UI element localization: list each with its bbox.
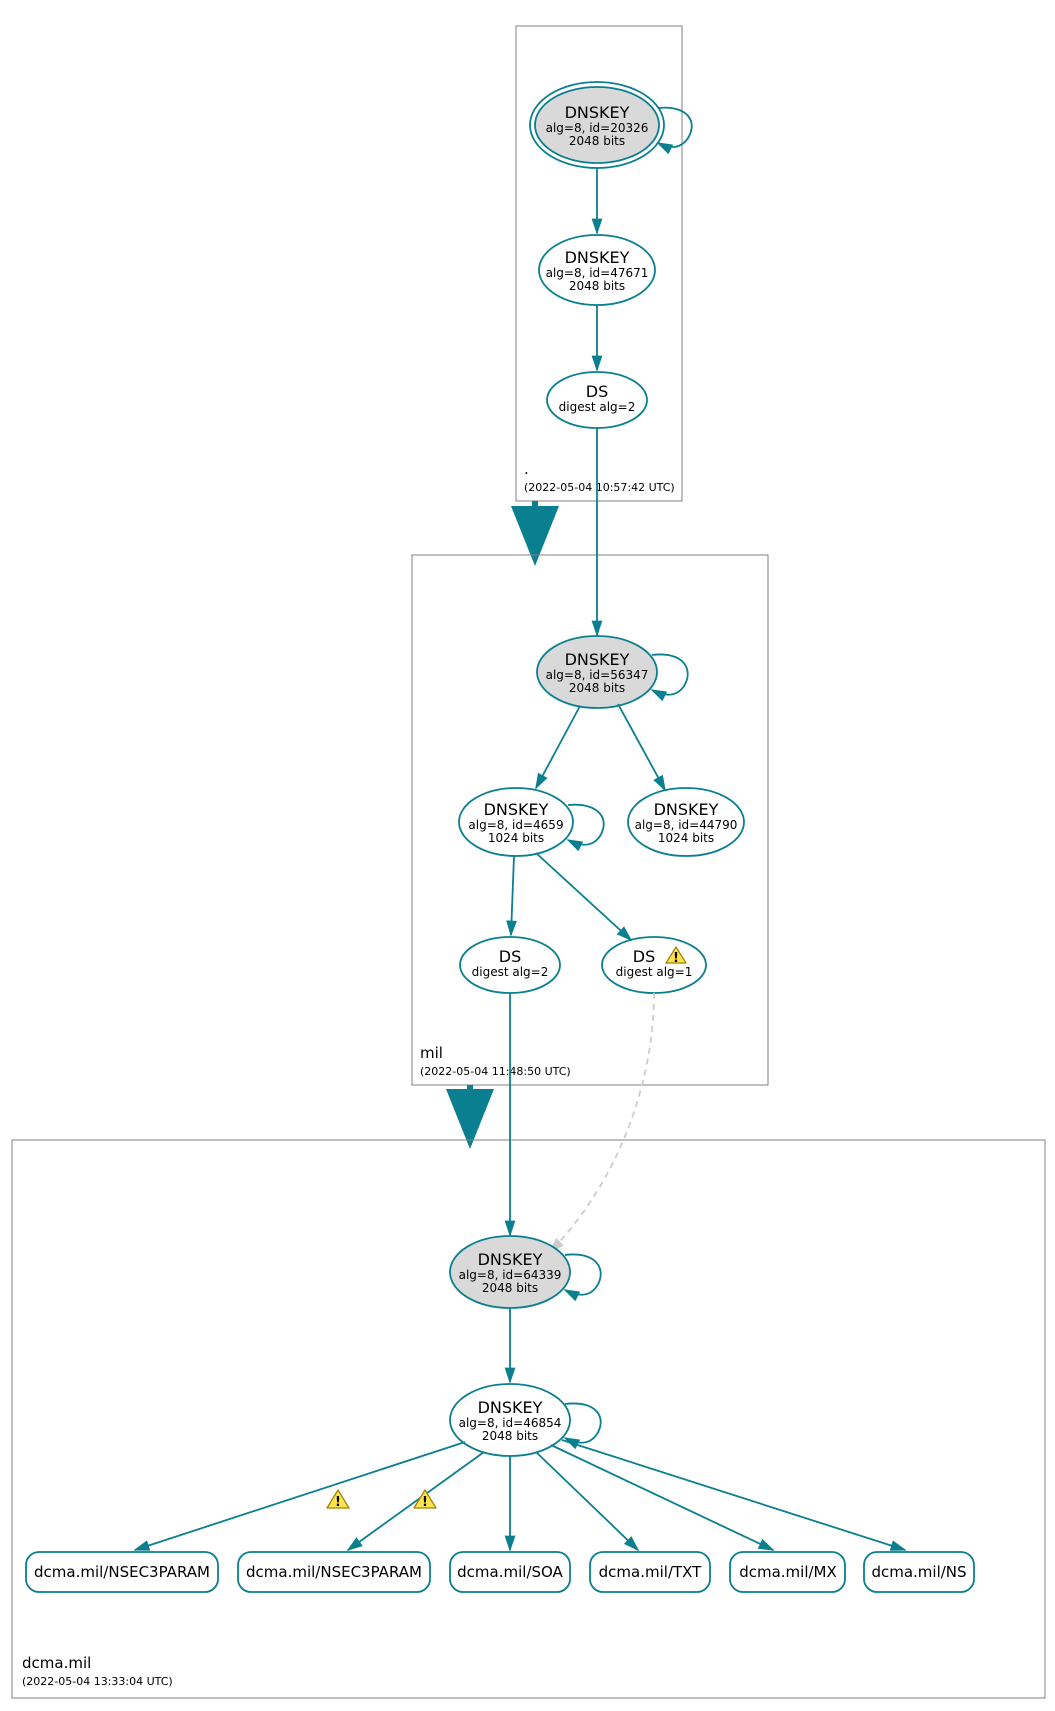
svg-text:digest alg=2: digest alg=2 [472, 965, 549, 979]
zone-dcma-timestamp: (2022-05-04 13:33:04 UTC) [22, 1675, 173, 1688]
edge-zsk-r4 [536, 1452, 638, 1550]
zone-mil-timestamp: (2022-05-04 11:48:50 UTC) [420, 1065, 571, 1078]
svg-text:alg=8, id=64339: alg=8, id=64339 [459, 1268, 562, 1282]
svg-text:alg=8, id=20326: alg=8, id=20326 [546, 121, 649, 135]
svg-text:DS: DS [586, 382, 608, 401]
node-dcma-ksk: DNSKEY alg=8, id=64339 2048 bits [450, 1236, 570, 1308]
node-root-ds: DS digest alg=2 [547, 372, 647, 428]
svg-text:DNSKEY: DNSKEY [654, 800, 719, 819]
svg-text:!: ! [673, 951, 679, 966]
svg-text:2048 bits: 2048 bits [569, 681, 625, 695]
edge-zsk-r2 [348, 1452, 484, 1550]
rrset-soa: dcma.mil/SOA [450, 1552, 570, 1592]
svg-text:DNSKEY: DNSKEY [478, 1398, 543, 1417]
node-root-ksk: DNSKEY alg=8, id=20326 2048 bits [530, 82, 664, 168]
edge-mil-ksk-zsk2 [618, 704, 665, 790]
svg-text:2048 bits: 2048 bits [569, 279, 625, 293]
rrset-ns: dcma.mil/NS [864, 1552, 974, 1592]
svg-text:DNSKEY: DNSKEY [565, 248, 630, 267]
edge-mil-zsk1-ds2 [536, 853, 631, 940]
svg-text:!: ! [422, 1495, 428, 1510]
svg-text:DNSKEY: DNSKEY [484, 800, 549, 819]
svg-text:2048 bits: 2048 bits [569, 134, 625, 148]
svg-text:dcma.mil/NS: dcma.mil/NS [871, 1563, 966, 1581]
svg-text:alg=8, id=4659: alg=8, id=4659 [468, 818, 563, 832]
svg-text:DS: DS [633, 947, 655, 966]
svg-text:digest alg=2: digest alg=2 [559, 400, 636, 414]
node-mil-zsk1: DNSKEY alg=8, id=4659 1024 bits [459, 788, 573, 856]
svg-text:1024 bits: 1024 bits [488, 831, 544, 845]
svg-text:2048 bits: 2048 bits [482, 1429, 538, 1443]
svg-text:alg=8, id=47671: alg=8, id=47671 [546, 266, 649, 280]
rrset-txt: dcma.mil/TXT [590, 1552, 710, 1592]
svg-text:DS: DS [499, 947, 521, 966]
svg-text:dcma.mil/TXT: dcma.mil/TXT [599, 1563, 703, 1581]
node-mil-ksk: DNSKEY alg=8, id=56347 2048 bits [537, 636, 657, 708]
svg-text:DNSKEY: DNSKEY [565, 103, 630, 122]
svg-text:dcma.mil/NSEC3PARAM: dcma.mil/NSEC3PARAM [34, 1563, 210, 1581]
edge-mil-ds2-dcma-ksk [550, 993, 654, 1252]
svg-text:2048 bits: 2048 bits [482, 1281, 538, 1295]
svg-text:dcma.mil/MX: dcma.mil/MX [739, 1563, 837, 1581]
dnssec-graph: . (2022-05-04 10:57:42 UTC) DNSKEY alg=8… [0, 0, 1055, 1711]
svg-text:alg=8, id=56347: alg=8, id=56347 [546, 668, 649, 682]
warning-icon: ! [327, 1490, 349, 1510]
svg-text:dcma.mil/NSEC3PARAM: dcma.mil/NSEC3PARAM [246, 1563, 422, 1581]
svg-text:digest alg=1: digest alg=1 [616, 965, 693, 979]
rrset-nsec3param-1: dcma.mil/NSEC3PARAM [26, 1552, 218, 1592]
zone-root: . (2022-05-04 10:57:42 UTC) DNSKEY alg=8… [516, 26, 692, 501]
node-mil-zsk2: DNSKEY alg=8, id=44790 1024 bits [628, 788, 744, 856]
zone-dcma-label: dcma.mil [22, 1654, 91, 1672]
rrset-nsec3param-2: dcma.mil/NSEC3PARAM [238, 1552, 430, 1592]
edge-mil-zsk1-ds1 [511, 856, 514, 935]
node-mil-ds2: DS digest alg=1 ! [602, 937, 706, 993]
edge-mil-ksk-zsk1 [536, 706, 580, 788]
edge-zsk-r1 [135, 1442, 465, 1550]
svg-text:DNSKEY: DNSKEY [565, 650, 630, 669]
svg-text:alg=8, id=46854: alg=8, id=46854 [459, 1416, 562, 1430]
svg-text:alg=8, id=44790: alg=8, id=44790 [635, 818, 738, 832]
zone-root-timestamp: (2022-05-04 10:57:42 UTC) [524, 481, 675, 494]
node-mil-ds1: DS digest alg=2 [460, 937, 560, 993]
svg-text:!: ! [335, 1495, 341, 1510]
zone-mil-label: mil [420, 1044, 443, 1062]
node-root-zsk: DNSKEY alg=8, id=47671 2048 bits [539, 235, 655, 305]
svg-text:DNSKEY: DNSKEY [478, 1250, 543, 1269]
zone-root-label: . [524, 460, 529, 478]
rrset-mx: dcma.mil/MX [730, 1552, 845, 1592]
zone-dcma: dcma.mil (2022-05-04 13:33:04 UTC) DNSKE… [12, 993, 1045, 1698]
svg-text:dcma.mil/SOA: dcma.mil/SOA [457, 1563, 563, 1581]
svg-text:1024 bits: 1024 bits [658, 831, 714, 845]
zone-mil: mil (2022-05-04 11:48:50 UTC) DNSKEY alg… [412, 428, 768, 1085]
edge-zsk-r6 [562, 1440, 905, 1550]
